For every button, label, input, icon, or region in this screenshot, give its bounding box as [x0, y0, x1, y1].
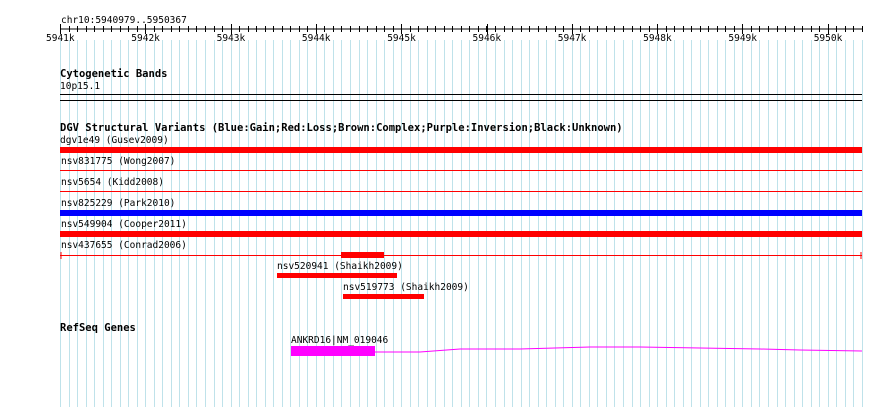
genome-browser-view: chr10:5940979..5950367 5941k 5942k 5943k 59…	[0, 0, 890, 407]
ruler-tick-label: 5947k	[557, 33, 587, 44]
variant-label[interactable]: nsv549904 (Cooper2011)	[61, 219, 187, 230]
variant-label[interactable]: nsv519773 (Shaikh2009)	[343, 282, 469, 293]
variant-label[interactable]: nsv5654 (Kidd2008)	[61, 177, 164, 188]
variant-bar-nsv437655-core	[341, 252, 384, 258]
variant-bar-nsv519773	[343, 294, 424, 299]
ruler-tick-label: 5942k	[131, 33, 160, 44]
gene-label[interactable]: ANKRD16|NM_019046	[291, 335, 388, 346]
ruler-tick-label: 5950k	[813, 33, 843, 44]
variant-label[interactable]: nsv437655 (Conrad2006)	[61, 240, 187, 251]
gene-exon-block	[291, 346, 375, 356]
refseq-track-title: RefSeq Genes	[60, 322, 136, 334]
cytoband-track-title: Cytogenetic Bands	[60, 68, 168, 80]
ruler-tick-label: 5944k	[301, 33, 331, 44]
ruler-tick-label: 5948k	[643, 33, 672, 44]
ruler-tick-label: 5946k	[472, 33, 502, 44]
variant-label[interactable]: nsv825229 (Park2010)	[61, 198, 175, 209]
ruler-tick-label: 5941k	[46, 33, 75, 44]
variant-label[interactable]: nsv520941 (Shaikh2009)	[277, 261, 403, 272]
variant-bar-nsv520941	[277, 273, 397, 278]
variant-label[interactable]: dgv1e49 (Gusev2009)	[60, 135, 169, 146]
gene-intron-line	[375, 346, 863, 353]
variant-bar-dgv1e49	[60, 147, 862, 153]
cytoband-label[interactable]: 10p15.1	[60, 81, 100, 92]
dgv-track-title: DGV Structural Variants (Blue:Gain;Red:L…	[60, 122, 623, 134]
variant-bar-nsv549904	[60, 231, 862, 237]
chromosome-location: chr10:5940979..5950367	[61, 15, 187, 26]
ruler-tick-label: 5943k	[216, 33, 246, 44]
variant-bar-nsv825229	[60, 210, 862, 216]
ruler-tick-label: 5945k	[387, 33, 416, 44]
variant-label[interactable]: nsv831775 (Wong2007)	[61, 156, 175, 167]
ruler-tick-label: 5949k	[728, 33, 757, 44]
